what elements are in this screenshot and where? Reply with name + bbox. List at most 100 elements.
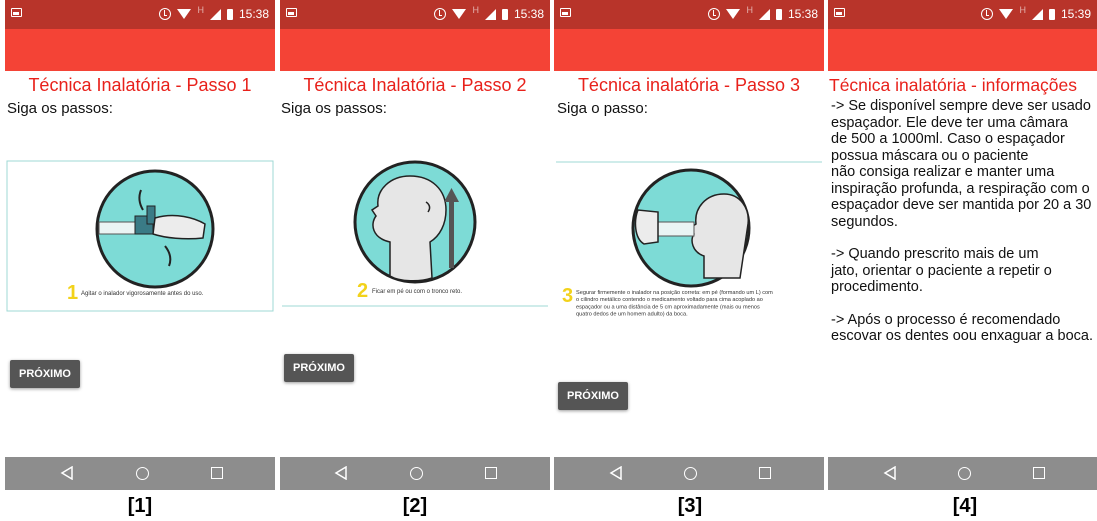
screen-2: H 15:38 Técnica Inalatória - Passo 2 Sig… [280,0,550,493]
stand-straight-illustration: 2 Ficar em pé ou com o tronco reto. [282,160,548,307]
h-network-icon: H [1019,5,1026,15]
info-line: procedimento. [831,279,923,295]
recent-apps-icon[interactable] [211,467,223,479]
next-button[interactable]: PRÓXIMO [558,382,628,410]
home-icon[interactable] [136,467,149,480]
back-icon[interactable] [334,466,348,480]
screen-1: H 15:38 Técnica Inalatória - Passo 1 Sig… [5,0,275,493]
image-notification-icon [834,8,845,17]
signal-icon [1031,8,1043,20]
panel-label-1: [1] [127,495,153,517]
status-bar: H 15:39 [828,0,1097,29]
status-bar: H 15:38 [554,0,824,29]
screen-title: Técnica Inalatória - Passo 2 [303,75,527,95]
app-bar [828,29,1097,71]
info-paragraph: -> Quando prescrito mais de um jato, orie… [831,246,1097,296]
wifi-icon [177,9,192,19]
home-icon[interactable] [958,467,971,480]
step-text: Segurar firmemente o inalador na posição… [576,290,773,318]
signal-icon [758,8,770,20]
alarm-icon [159,8,172,20]
status-time: 15:39 [1060,7,1091,21]
screen-3: H 15:38 Técnica inalatória - Passo 3 Sig… [554,0,824,493]
step-text: Ficar em pé ou com o tronco reto. [372,289,462,295]
h-network-icon: H [197,5,204,15]
status-bar: H 15:38 [280,0,550,29]
step-text-line: espaçador ou a uma distância de 5 cm apr… [576,304,760,310]
screen-subtitle: Siga os passos: [7,100,113,117]
shake-inhaler-illustration: 1 Agitar o inalador vigorosamente antes … [6,160,274,312]
app-bar [554,29,824,71]
next-button[interactable]: PRÓXIMO [284,354,354,382]
info-text: -> Se disponível sempre deve ser usado es… [831,98,1097,345]
alarm-icon [708,8,721,20]
status-bar: H 15:38 [5,0,275,29]
step-number: 2 [357,280,368,302]
navigation-bar [280,457,550,490]
alarm-icon [981,8,994,20]
info-paragraph: -> Após o processo é recomendado escovar … [831,312,1097,345]
info-line: inspiração profunda, a respiração com o [831,180,1090,197]
battery-icon [226,8,233,20]
info-line: -> Após o processo é recomendado [831,311,1061,328]
app-bar [5,29,275,71]
navigation-bar [5,457,275,490]
hold-inhaler-illustration: 3 Segurar firmemente o inalador na posiç… [556,161,822,318]
screen-title: Técnica Inalatória - Passo 1 [28,75,252,95]
status-time: 15:38 [238,7,269,21]
step-number: 1 [67,282,78,304]
battery-icon [1048,8,1055,20]
info-line: espaçador deve ser mantida por 20 a 30 [831,197,1092,213]
battery-icon [501,8,508,20]
back-icon[interactable] [609,466,623,480]
screen-subtitle: Siga o passo: [557,100,648,117]
step-text: Agitar o inalador vigorosamente antes do… [81,291,204,297]
panel-label-3: [3] [677,495,703,517]
info-line: de 500 a 1000ml. Caso o espaçador [831,131,1065,147]
navigation-bar [554,457,824,490]
home-icon[interactable] [410,467,423,480]
step-text-line: o cilindro metálico contendo o medicamen… [576,297,763,303]
step-number: 3 [562,285,573,307]
h-network-icon: H [746,5,753,15]
info-line: jato, orientar o paciente a repetir o [831,262,1052,279]
info-line: possua máscara ou o paciente [831,147,1029,164]
status-time: 15:38 [787,7,818,21]
image-notification-icon [286,8,297,17]
info-line: espaçador. Ele deve ter uma câmara [831,114,1068,131]
navigation-bar [828,457,1097,490]
screen-subtitle: Siga os passos: [281,100,387,117]
back-icon[interactable] [883,466,897,480]
image-notification-icon [560,8,571,17]
image-notification-icon [11,8,22,17]
screen-4: H 15:39 Técnica inalatória - informações… [828,0,1097,493]
recent-apps-icon[interactable] [1033,467,1045,479]
h-network-icon: H [472,5,479,15]
recent-apps-icon[interactable] [485,467,497,479]
info-line: escovar os dentes oou enxaguar a boca. [831,328,1093,344]
panel-label-2: [2] [402,495,428,517]
screen-title: Técnica inalatória - informações [829,75,1078,95]
info-line: segundos. [831,213,898,230]
home-icon[interactable] [684,467,697,480]
signal-icon [209,8,221,20]
wifi-icon [726,9,741,19]
info-line: não consiga realizar e manter uma [831,164,1055,180]
signal-icon [484,8,496,20]
next-button[interactable]: PRÓXIMO [10,360,80,388]
battery-icon [775,8,782,20]
info-paragraph: -> Se disponível sempre deve ser usado es… [831,98,1097,230]
info-line: -> Quando prescrito mais de um [831,246,1039,262]
app-bar [280,29,550,71]
wifi-icon [999,9,1014,19]
back-icon[interactable] [60,466,74,480]
recent-apps-icon[interactable] [759,467,771,479]
step-text-line: Segurar firmemente o inalador na posição… [576,290,773,296]
status-time: 15:38 [513,7,544,21]
step-text-line: quatro dedos de um homem adulto) da boca… [576,312,688,318]
screen-title: Técnica inalatória - Passo 3 [577,75,801,95]
alarm-icon [434,8,447,20]
panel-label-4: [4] [952,495,978,517]
